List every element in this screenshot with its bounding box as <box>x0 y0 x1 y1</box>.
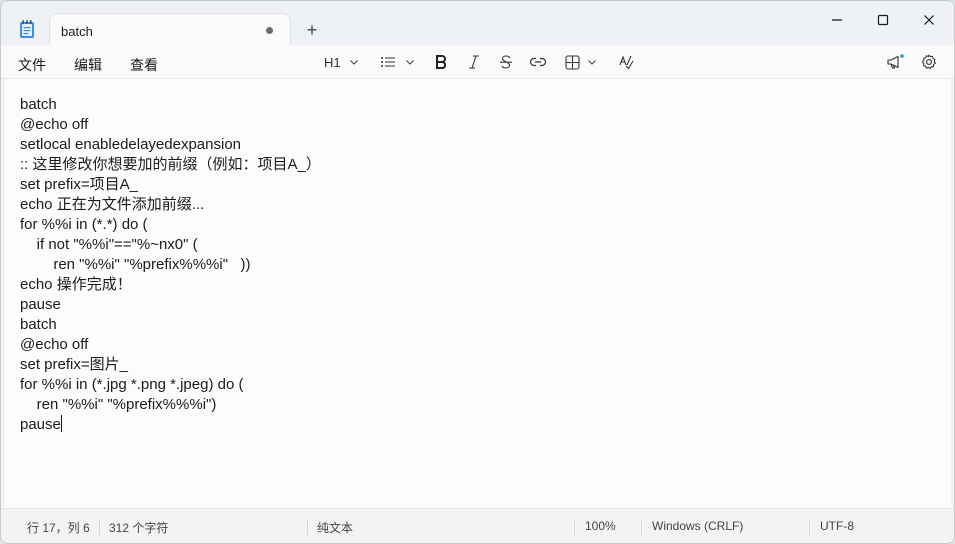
bold-icon <box>436 55 447 69</box>
editor-line: batch <box>20 96 57 113</box>
text-format[interactable]: 纯文本 <box>317 519 353 536</box>
menu-edit[interactable]: 编辑 <box>74 55 102 75</box>
heading-dropdown[interactable]: H1 <box>324 51 359 73</box>
minimize-icon <box>832 19 842 21</box>
tab-batch[interactable]: batch <box>49 13 291 45</box>
status-bar: 行 17，列 6 312 个字符 纯文本 100% Windows (CRLF)… <box>1 508 954 543</box>
strikethrough-icon <box>500 55 512 69</box>
status-divider <box>574 519 575 535</box>
editor-line: echo 操作完成！ <box>20 276 132 293</box>
editor-line-text: pause <box>20 416 61 433</box>
chevron-down-icon <box>588 60 596 65</box>
editor-line: ren "%%i" "%prefix%%%i") <box>20 396 217 413</box>
bold-button[interactable] <box>434 51 448 73</box>
chevron-down-icon <box>406 60 414 65</box>
tab-title: batch <box>61 24 93 39</box>
editor-line: :: 这里修改你想要加的前缀（例如：项目A_） <box>20 156 321 173</box>
editor-line: for %%i in (*.jpg *.png *.jpeg) do ( <box>20 376 244 393</box>
new-tab-button[interactable]: + <box>302 21 322 41</box>
link-icon <box>529 57 547 67</box>
editor-line-last: pause <box>20 415 321 435</box>
announcement-icon <box>887 54 904 69</box>
editor-line: ren "%%i" "%prefix%%%i" )) <box>20 256 251 273</box>
editor-line: set prefix=项目A_ <box>20 176 138 193</box>
line-ending[interactable]: Windows (CRLF) <box>652 519 743 533</box>
list-icon <box>381 57 395 67</box>
table-dropdown[interactable] <box>565 51 597 73</box>
heading-label: H1 <box>324 54 341 70</box>
editor-line: set prefix=图片_ <box>20 356 128 373</box>
character-count: 312 个字符 <box>109 521 169 535</box>
title-bar: batch + <box>1 1 954 45</box>
editor-line: pause <box>20 296 61 313</box>
status-divider <box>641 519 642 535</box>
cursor-position: 行 17，列 6 <box>27 521 90 535</box>
editor-line: if not "%%i"=="%~nx0" ( <box>20 236 198 253</box>
close-icon <box>924 15 934 25</box>
status-divider <box>809 519 810 535</box>
close-button[interactable] <box>906 7 952 33</box>
menu-file[interactable]: 文件 <box>18 55 46 75</box>
strikethrough-button[interactable] <box>499 51 513 73</box>
text-cursor <box>60 415 62 432</box>
settings-icon <box>921 54 936 70</box>
italic-button[interactable] <box>467 51 481 73</box>
spellcheck-button[interactable] <box>618 51 634 73</box>
status-divider <box>99 519 100 535</box>
table-icon <box>565 54 580 70</box>
link-button[interactable] <box>529 51 547 73</box>
minimize-button[interactable] <box>814 7 860 33</box>
editor-line: setlocal enabledelayedexpansion <box>20 136 242 153</box>
editor-text[interactable]: batch @echo off setlocal enabledelayedex… <box>20 95 321 435</box>
editor-line: echo 正在为文件添加前缀... <box>20 196 205 213</box>
spellcheck-icon <box>619 55 634 70</box>
italic-icon <box>469 55 479 69</box>
menu-view[interactable]: 查看 <box>130 55 158 75</box>
zoom-level[interactable]: 100% <box>585 519 616 533</box>
chevron-down-icon <box>349 60 358 65</box>
unsaved-indicator-icon[interactable] <box>266 27 273 34</box>
text-editor[interactable]: batch @echo off setlocal enabledelayedex… <box>5 79 951 508</box>
maximize-icon <box>877 14 889 26</box>
editor-line: batch <box>20 316 57 333</box>
menu-toolbar: 文件 编辑 查看 H1 <box>1 45 954 79</box>
list-dropdown[interactable] <box>380 51 415 73</box>
editor-line: @echo off <box>20 336 89 353</box>
whats-new-button[interactable] <box>886 51 904 73</box>
editor-line: for %%i in (*.*) do ( <box>20 216 148 233</box>
settings-button[interactable] <box>921 51 937 73</box>
status-divider <box>307 519 308 535</box>
notepad-window: batch + 文件 编辑 查看 H1 batch @echo off setl… <box>0 0 955 544</box>
editor-line: @echo off <box>20 116 89 133</box>
maximize-button[interactable] <box>860 7 906 33</box>
encoding[interactable]: UTF-8 <box>820 519 854 533</box>
notepad-app-icon <box>18 19 36 39</box>
